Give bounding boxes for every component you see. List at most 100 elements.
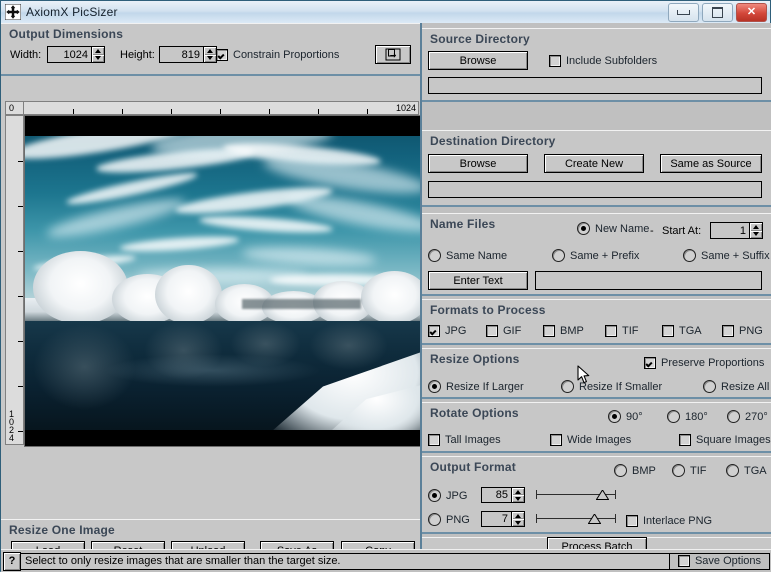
image-canvas[interactable]	[24, 115, 421, 447]
width-stepper-down[interactable]	[92, 55, 104, 63]
radio-new-name[interactable]: New Name	[577, 222, 649, 235]
jpg-stepper-up[interactable]	[512, 488, 524, 495]
same-suffix-label: Same + Suffix	[701, 249, 770, 262]
radio-output-png[interactable]: PNG	[428, 513, 470, 526]
rotate-square-images-checkbox[interactable]: Square Images	[679, 434, 771, 446]
close-icon: ✕	[746, 6, 757, 18]
minimize-icon	[677, 10, 690, 15]
destination-path-input[interactable]	[428, 181, 762, 198]
create-new-button[interactable]: Create New	[544, 154, 644, 173]
format-checkbox-tif[interactable]: TIF	[605, 325, 639, 337]
save-options-container[interactable]: Save Options	[670, 552, 770, 570]
rotate-angle-label: 90°	[626, 410, 643, 423]
resize-one-image-title: Resize One Image	[9, 523, 115, 537]
start-at-stepper[interactable]	[750, 222, 763, 239]
constrain-proportions-label: Constrain Proportions	[233, 49, 340, 61]
start-at-stepper-up[interactable]	[750, 223, 762, 231]
formats-to-process-group: Formats to Process JPG GIF BMP TIF TGA P…	[422, 299, 771, 345]
rotate-wide-images-checkbox[interactable]: Wide Images	[550, 434, 631, 446]
radio-rotate-270[interactable]: 270°	[727, 410, 768, 423]
swap-dimensions-button[interactable]	[375, 45, 411, 64]
format-checkbox-bmp[interactable]: BMP	[543, 325, 584, 337]
radio-dot	[667, 410, 680, 423]
png-compression-input[interactable]: 7	[481, 511, 512, 527]
radio-resize-if-larger[interactable]: Resize If Larger	[428, 380, 524, 393]
png-compression-slider[interactable]	[536, 512, 616, 526]
move-cross-icon	[4, 3, 22, 21]
window-controls: ✕	[668, 3, 767, 22]
dash-separator: -	[650, 225, 654, 237]
png-compression-stepper[interactable]	[512, 511, 525, 527]
include-subfolders-checkbox[interactable]: Include Subfolders	[549, 55, 657, 67]
radio-dot	[726, 464, 739, 477]
radio-rotate-180[interactable]: 180°	[667, 410, 708, 423]
start-at-input[interactable]: 1	[710, 222, 750, 239]
swap-dimensions-icon	[385, 48, 401, 61]
name-files-group: Name Files New Name - Start At: 1 Same N…	[422, 213, 771, 296]
same-prefix-label: Same + Prefix	[570, 249, 640, 262]
source-directory-title: Source Directory	[430, 32, 530, 46]
radio-dot	[428, 249, 441, 262]
maximize-button[interactable]	[702, 3, 733, 22]
radio-output-tga[interactable]: TGA	[726, 464, 767, 477]
radio-output-tif[interactable]: TIF	[672, 464, 707, 477]
radio-output-jpg[interactable]: JPG	[428, 489, 467, 502]
jpg-quality-stepper[interactable]	[512, 487, 525, 503]
minimize-button[interactable]	[668, 3, 699, 22]
width-stepper[interactable]	[92, 46, 105, 63]
radio-resize-all[interactable]: Resize All	[703, 380, 769, 393]
rotate-tall-images-checkbox[interactable]: Tall Images	[428, 434, 501, 446]
vertical-ruler: 1024	[5, 115, 24, 445]
radio-same-suffix[interactable]: Same + Suffix	[683, 249, 770, 262]
radio-dot	[428, 380, 441, 393]
save-options-checkbox[interactable]: Save Options	[677, 555, 761, 567]
width-input[interactable]: 1024	[47, 46, 92, 63]
jpg-stepper-down[interactable]	[512, 495, 524, 502]
process-batch-group: Process Batch	[422, 537, 771, 556]
status-message: Select to only resize images that are sm…	[21, 552, 670, 570]
radio-same-name[interactable]: Same Name	[428, 249, 507, 262]
help-icon[interactable]: ?	[3, 551, 21, 571]
radio-output-bmp[interactable]: BMP	[614, 464, 656, 477]
source-browse-button[interactable]: Browse	[428, 51, 528, 70]
format-checkbox-gif[interactable]: GIF	[486, 325, 521, 337]
format-checkbox-png[interactable]: PNG	[722, 325, 763, 337]
png-slider-thumb[interactable]	[587, 514, 601, 524]
height-stepper-up[interactable]	[204, 47, 216, 55]
start-at-stepper-down[interactable]	[750, 231, 762, 239]
constrain-proportions-checkbox[interactable]: Constrain Proportions	[216, 49, 339, 61]
left-pane: Output Dimensions Width: 1024 Height: 81…	[1, 23, 421, 567]
checkbox-box	[626, 515, 638, 527]
enter-text-button[interactable]: Enter Text	[428, 271, 528, 290]
height-input[interactable]: 819	[159, 46, 204, 63]
jpg-slider-thumb[interactable]	[595, 490, 609, 500]
preserve-proportions-checkbox[interactable]: Preserve Proportions	[644, 357, 764, 369]
close-button[interactable]: ✕	[736, 3, 767, 22]
format-label: PNG	[739, 325, 763, 337]
rotate-angle-label: 270°	[745, 410, 768, 423]
format-checkbox-tga[interactable]: TGA	[662, 325, 702, 337]
checkbox-box	[679, 434, 691, 446]
same-as-source-button[interactable]: Same as Source	[660, 154, 762, 173]
png-stepper-down[interactable]	[512, 519, 524, 526]
width-stepper-up[interactable]	[92, 47, 104, 55]
resize-option-label: Resize If Smaller	[579, 380, 663, 393]
jpg-quality-slider[interactable]	[536, 488, 616, 502]
formats-to-process-title: Formats to Process	[430, 303, 546, 317]
output-format-group: Output Format BMP TIF TGA JPG 85 PNG 7 I…	[422, 456, 771, 534]
destination-browse-button[interactable]: Browse	[428, 154, 528, 173]
radio-rotate-90[interactable]: 90°	[608, 410, 643, 423]
radio-resize-if-smaller[interactable]: Resize If Smaller	[561, 380, 662, 393]
height-stepper-down[interactable]	[204, 55, 216, 63]
interlace-png-checkbox[interactable]: Interlace PNG	[626, 515, 712, 527]
format-label: BMP	[560, 325, 584, 337]
source-path-input[interactable]	[428, 77, 762, 94]
png-stepper-up[interactable]	[512, 512, 524, 519]
format-checkbox-jpg[interactable]: JPG	[428, 325, 466, 337]
radio-dot	[561, 380, 574, 393]
destination-directory-title: Destination Directory	[430, 134, 556, 148]
jpg-quality-input[interactable]: 85	[481, 487, 512, 503]
name-text-input[interactable]	[535, 271, 762, 290]
jpg-label: JPG	[446, 489, 468, 502]
radio-same-prefix[interactable]: Same + Prefix	[552, 249, 639, 262]
